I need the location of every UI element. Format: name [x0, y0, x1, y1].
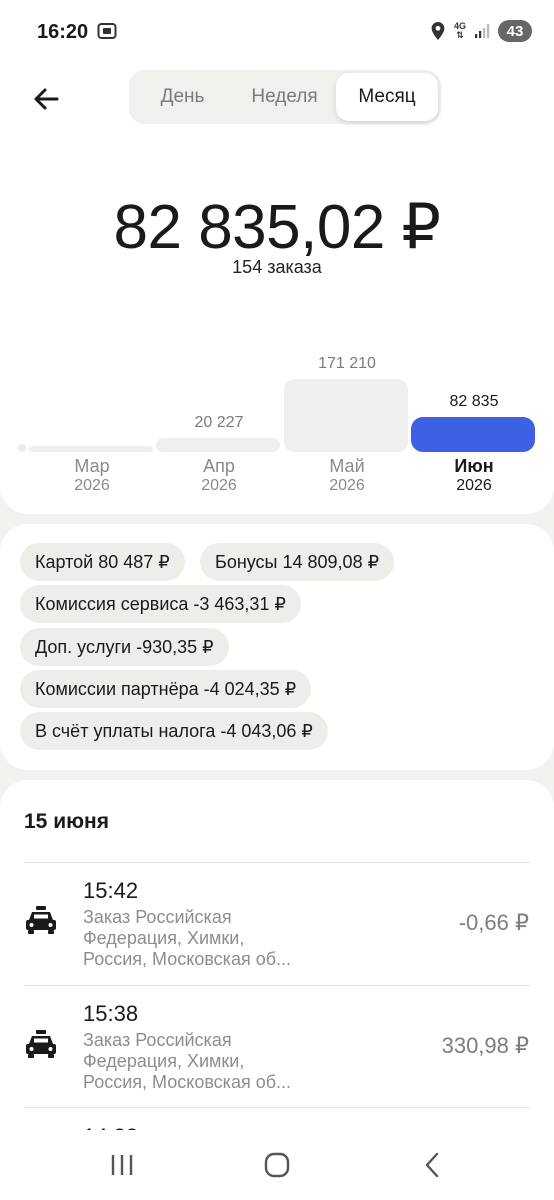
recent-apps-icon[interactable] — [107, 1150, 137, 1180]
order-time: 15:42 — [83, 878, 139, 903]
chart-x-label: Мар 2026 — [29, 456, 155, 496]
status-bar: 16:20 4G ⇅ 43 — [0, 0, 554, 62]
order-row[interactable]: 15:42 Заказ Российская Федерация, Химки,… — [0, 863, 554, 983]
chip-bonuses[interactable]: Бонусы 14 809,08 ₽ — [200, 543, 395, 581]
chip-extra-services[interactable]: Доп. услуги -930,35 ₽ — [20, 628, 229, 666]
monthly-earnings-chart: Мар 2026 20 227 Апр 2026 171 210 Май 2026 82 835… — [0, 342, 554, 502]
chart-bar-4[interactable] — [411, 417, 535, 452]
order-time: 15:38 — [83, 1001, 139, 1026]
total-earnings: 82 835,02 ₽ — [113, 193, 442, 262]
chart-x-year: 2026 — [74, 477, 110, 494]
tab-month[interactable]: Месяц — [336, 73, 438, 121]
chart-x-year: 2026 — [329, 477, 365, 494]
earnings-breakdown-card: Картой 80 487 ₽ Бонусы 14 809,08 ₽ Комис… — [0, 524, 554, 770]
chart-bar-value: 20 227 — [194, 414, 244, 431]
period-selector: День Неделя Месяц — [129, 70, 441, 124]
earnings-summary-card: День Неделя Месяц 82 835,02 ₽ 154 заказа… — [0, 62, 554, 514]
order-amount: -0,66 ₽ — [458, 910, 529, 935]
divider — [24, 1107, 530, 1108]
chip-tax-payment[interactable]: В счёт уплаты налога -4 043,06 ₽ — [20, 712, 328, 750]
chart-x-year: 2026 — [456, 477, 492, 494]
status-icons: 4G ⇅ 43 — [430, 20, 532, 42]
taxi-car-icon — [26, 1030, 56, 1058]
network-indicator: 4G ⇅ — [453, 21, 466, 40]
chart-x-year: 2026 — [201, 477, 237, 494]
chart-start-dot — [18, 444, 26, 452]
chip-partner-commission[interactable]: Комиссии партнёра -4 024,35 ₽ — [20, 670, 312, 708]
location-icon — [431, 22, 445, 40]
chart-bar-1[interactable] — [29, 446, 153, 452]
chart-x-month: Июн — [454, 456, 494, 476]
orders-count: 154 заказа — [232, 257, 322, 277]
chart-bar-2[interactable] — [156, 438, 280, 452]
order-amount: 330,98 ₽ — [441, 1033, 529, 1058]
day-heading: 15 июня — [24, 810, 109, 833]
order-description: Заказ Российская Федерация, Химки, Росси… — [83, 1030, 292, 1092]
order-description: Заказ Российская Федерация, Химки, Росси… — [83, 907, 292, 969]
home-icon[interactable] — [262, 1150, 292, 1180]
signal-icon — [475, 24, 490, 38]
chip-card-payment[interactable]: Картой 80 487 ₽ — [20, 543, 185, 581]
chip-service-commission[interactable]: Комиссия сервиса -3 463,31 ₽ — [20, 585, 301, 623]
chart-x-label: Апр 2026 — [156, 456, 282, 496]
chart-x-label: Июн 2026 — [411, 456, 537, 496]
taxi-car-icon — [26, 906, 56, 934]
arrow-left-icon[interactable] — [30, 82, 64, 116]
screen-capture-icon — [97, 23, 117, 39]
chart-bar-3[interactable] — [284, 379, 408, 452]
chart-x-label: Май 2026 — [284, 456, 410, 496]
battery-indicator: 43 — [498, 20, 532, 42]
tab-day[interactable]: День — [132, 73, 233, 121]
chart-x-month: Апр — [203, 456, 235, 476]
tab-week[interactable]: Неделя — [233, 73, 336, 121]
chart-x-month: Май — [329, 456, 365, 476]
back-icon[interactable] — [418, 1150, 448, 1180]
chart-bar-value: 171 210 — [318, 355, 376, 372]
chart-bar-value: 82 835 — [449, 393, 499, 410]
system-nav-bar — [0, 1130, 554, 1200]
chart-x-month: Мар — [74, 456, 110, 476]
order-row[interactable]: 15:38 Заказ Российская Федерация, Химки,… — [0, 986, 554, 1106]
status-time: 16:20 — [37, 21, 89, 43]
